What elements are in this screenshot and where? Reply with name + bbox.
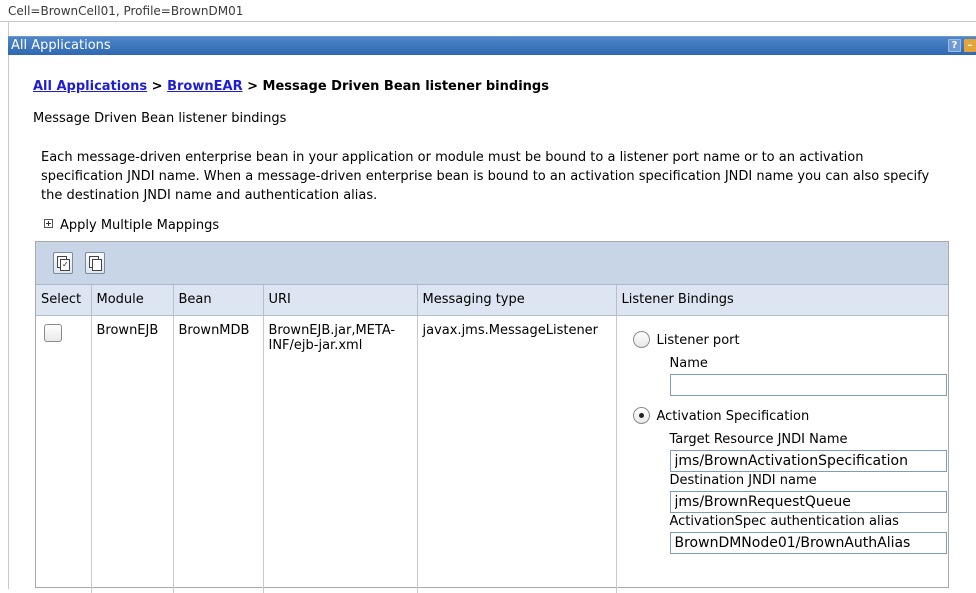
name-label: Name [669,355,708,371]
column-header-uri[interactable]: URI [263,285,418,316]
listener-port-label: Listener port [656,332,740,348]
column-header-module[interactable]: Module [91,285,174,316]
activation-spec-radio[interactable] [632,406,650,424]
breadcrumb: All Applications > BrownEAR > Message Dr… [33,79,549,94]
panel-title: All Applications [11,38,111,53]
table-toolbar: ✓ [36,242,948,285]
breadcrumb-current: Message Driven Bean listener bindings [262,79,549,94]
auth-alias-label: ActivationSpec authentication alias [669,513,899,529]
target-jndi-input[interactable] [669,449,947,472]
expand-icon[interactable] [44,219,53,228]
apply-multiple-mappings-label: Apply Multiple Mappings [60,218,220,233]
column-header-listener-bindings[interactable]: Listener Bindings [616,285,948,316]
breadcrumb-link-brownear[interactable]: BrownEAR [167,79,242,94]
context-divider [0,21,976,22]
breadcrumb-link-all-applications[interactable]: All Applications [33,79,147,94]
cell-messaging-type: javax.jms.MessageListener [417,315,617,593]
column-header-messaging-type[interactable]: Messaging type [417,285,617,316]
cell-listener-bindings: Listener port Name Activation Specificat… [616,315,948,593]
listener-port-name-input[interactable] [669,373,947,396]
cell-module: BrownEJB [91,315,174,593]
listener-bindings-form: Listener port Name Activation Specificat… [622,323,949,593]
context-text: Cell=BrownCell01, Profile=BrownDM01 [8,4,244,18]
cell-uri: BrownEJB.jar,META-INF/ejb-jar.xml [263,315,418,593]
cell-bean: BrownMDB [173,315,264,593]
table-header-row: Select Module Bean URI Messaging type Li… [36,285,948,316]
destination-jndi-label: Destination JNDI name [669,472,817,488]
breadcrumb-separator: > [147,79,168,94]
minimize-button[interactable]: – [964,39,976,52]
deselect-all-icon[interactable] [85,252,105,274]
table-row: BrownEJB BrownMDB BrownEJB.jar,META-INF/… [36,315,948,593]
breadcrumb-separator: > [242,79,263,94]
row-select-checkbox[interactable] [44,323,62,342]
listener-port-radio[interactable] [632,330,650,348]
auth-alias-input[interactable] [669,531,947,554]
page-description: Each message-driven enterprise bean in y… [41,150,930,203]
apply-multiple-mappings-toggle[interactable]: Apply Multiple Mappings [44,218,219,233]
bindings-table-container: ✓ Select Module Bean URI Messaging type … [35,241,949,593]
cell-select [36,315,92,593]
column-header-bean[interactable]: Bean [173,285,264,316]
column-header-select[interactable]: Select [36,285,92,316]
target-jndi-label: Target Resource JNDI Name [669,431,848,447]
destination-jndi-input[interactable] [669,490,947,513]
activation-spec-label: Activation Specification [656,408,810,424]
help-button[interactable]: ? [948,39,961,52]
bindings-table: Select Module Bean URI Messaging type Li… [36,285,948,593]
left-divider [8,22,9,589]
context-bar: Cell=BrownCell01, Profile=BrownDM01 [0,0,976,22]
select-all-icon[interactable]: ✓ [53,252,73,274]
page-subtitle: Message Driven Bean listener bindings [33,111,287,126]
panel-titlebar: All Applications ? – [8,36,976,55]
